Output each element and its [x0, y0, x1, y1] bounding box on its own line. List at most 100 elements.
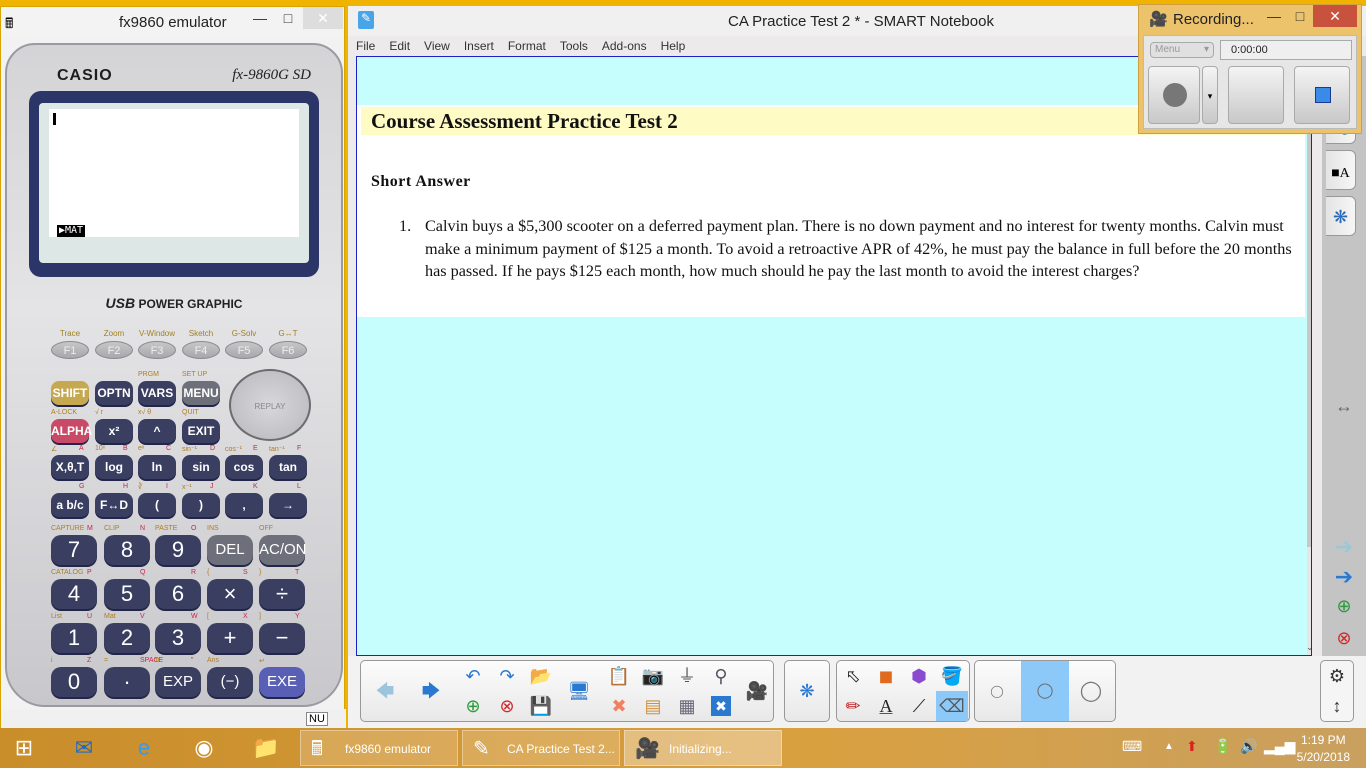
calc-key-exp[interactable]: EXP: [155, 667, 201, 697]
internet-explorer-icon[interactable]: e: [124, 732, 164, 764]
calc-key-menu[interactable]: MENU: [182, 381, 220, 405]
calc-key-6[interactable]: 6: [155, 579, 201, 609]
show-hidden-icons[interactable]: ▲: [1164, 741, 1174, 752]
function-key-f1[interactable]: F1: [51, 341, 89, 359]
calc-key-7[interactable]: 7: [51, 535, 97, 565]
addons-toolbar-icon[interactable]: ❋: [791, 676, 823, 706]
measurement-tools-icon[interactable]: ⚲: [705, 661, 737, 691]
function-key-f4[interactable]: F4: [182, 341, 220, 359]
previous-page-icon[interactable]: ➔: [1330, 534, 1358, 560]
calc-key-vars[interactable]: VARS: [138, 381, 176, 405]
screen-shade-icon[interactable]: ▤: [637, 691, 669, 721]
eraser-large-icon[interactable]: ◯: [1075, 676, 1107, 706]
delete-icon[interactable]: ✖: [603, 691, 635, 721]
add-page-toolbar-icon[interactable]: ⊕: [457, 691, 489, 721]
lines-icon[interactable]: ⟋: [903, 691, 935, 721]
calc-key-4[interactable]: 4: [51, 579, 97, 609]
calc-key-x-t[interactable]: X,θ,T: [51, 455, 89, 479]
back-icon[interactable]: 🡄: [369, 676, 401, 706]
chrome-icon[interactable]: ◉: [184, 732, 224, 764]
volume-icon[interactable]: 🔊: [1240, 738, 1257, 755]
settings-gear-icon[interactable]: ⚙: [1321, 661, 1353, 691]
system-clock[interactable]: 1:19 PM 5/20/2018: [1297, 732, 1350, 766]
delete-page-icon[interactable]: ⊗: [1330, 628, 1358, 649]
record-options-dropdown[interactable]: ▾: [1202, 66, 1218, 124]
calc-key[interactable]: +: [207, 623, 253, 653]
task-fx9860-emulator[interactable]: 🖩 fx9860 emulator: [300, 730, 458, 766]
text-icon[interactable]: A: [870, 691, 902, 721]
undo-icon[interactable]: ↶: [457, 661, 489, 691]
calc-key-3[interactable]: 3: [155, 623, 201, 653]
calc-key-9[interactable]: 9: [155, 535, 201, 565]
properties-tab[interactable]: ■A: [1326, 150, 1356, 190]
replay-dpad[interactable]: REPLAY: [229, 369, 311, 441]
calc-key-log[interactable]: log: [95, 455, 133, 479]
calc-key-5[interactable]: 5: [104, 579, 150, 609]
forward-icon[interactable]: 🡆: [415, 676, 447, 706]
calc-key-shift[interactable]: SHIFT: [51, 381, 89, 405]
shapes-icon[interactable]: ◼: [870, 661, 902, 691]
scroll-down-icon[interactable]: ⌄: [1306, 642, 1311, 653]
start-windows-icon[interactable]: ⊞: [4, 732, 44, 764]
recorder-icon[interactable]: 🎥: [741, 676, 773, 706]
vertical-scrollbar[interactable]: ⌄: [1306, 57, 1311, 655]
pens-icon[interactable]: ✏: [837, 691, 869, 721]
add-page-icon[interactable]: ⊕: [1330, 596, 1358, 617]
eraser-medium-icon[interactable]: ◯: [1021, 661, 1069, 721]
battery-icon[interactable]: 🔋: [1214, 738, 1231, 755]
calc-key[interactable]: −: [259, 623, 305, 653]
resize-horizontal-icon[interactable]: ↔: [1330, 396, 1358, 417]
record-button[interactable]: [1148, 66, 1200, 124]
table-icon[interactable]: ▦: [671, 691, 703, 721]
display-screens-icon[interactable]: 🖥: [563, 676, 595, 706]
document-camera-icon[interactable]: ⏚: [671, 661, 703, 691]
smart-response-icon[interactable]: ✖: [711, 696, 731, 716]
maximize-button[interactable]: □: [273, 7, 303, 29]
calc-key[interactable]: ^: [138, 419, 176, 443]
menu-edit[interactable]: Edit: [381, 36, 416, 53]
minimize-button[interactable]: —: [245, 7, 275, 29]
calc-key[interactable]: →: [269, 493, 307, 517]
calc-key-del[interactable]: DEL: [207, 535, 253, 565]
close-button[interactable]: ✕: [303, 7, 343, 29]
calc-key-cos[interactable]: cos: [225, 455, 263, 479]
calc-key-8[interactable]: 8: [104, 535, 150, 565]
calc-key-2[interactable]: 2: [104, 623, 150, 653]
calc-key[interactable]: (−): [207, 667, 253, 697]
fill-icon[interactable]: 🪣: [936, 661, 968, 691]
calc-key[interactable]: ,: [225, 493, 263, 517]
update-alert-icon[interactable]: ⬆: [1186, 738, 1198, 755]
pause-button[interactable]: [1228, 66, 1284, 124]
lcd-screen[interactable]: ▶MAT: [49, 109, 299, 237]
select-icon[interactable]: ⬁: [837, 661, 869, 691]
calc-key-exit[interactable]: EXIT: [182, 419, 220, 443]
regular-polygons-icon[interactable]: ⬢: [903, 661, 935, 691]
recorder-menu-dropdown[interactable]: Menu ▾: [1150, 42, 1214, 58]
calc-key-exe[interactable]: EXE: [259, 667, 305, 697]
calc-key-alpha[interactable]: ALPHA: [51, 419, 92, 443]
file-explorer-icon[interactable]: 📁: [246, 732, 286, 764]
function-key-f2[interactable]: F2: [95, 341, 133, 359]
calc-key-1[interactable]: 1: [51, 623, 97, 653]
stop-button[interactable]: [1294, 66, 1350, 124]
task-smart-notebook[interactable]: ✎ CA Practice Test 2...: [462, 730, 620, 766]
calc-key[interactable]: ×: [207, 579, 253, 609]
delete-page-toolbar-icon[interactable]: ⊗: [491, 691, 523, 721]
calc-key[interactable]: ): [182, 493, 220, 517]
task-recorder[interactable]: 🎥 Initializing...: [624, 730, 782, 766]
eraser-small-icon[interactable]: ◯: [981, 676, 1013, 706]
function-key-f5[interactable]: F5: [225, 341, 263, 359]
network-signal-icon[interactable]: ▂▄▆: [1264, 738, 1295, 755]
calc-key-sin[interactable]: sin: [182, 455, 220, 479]
move-toolbar-icon[interactable]: ↕: [1321, 691, 1353, 721]
recorder-close-button[interactable]: ✕: [1313, 5, 1357, 27]
calc-key-ac-on[interactable]: AC/ON: [259, 535, 307, 565]
redo-icon[interactable]: ↷: [491, 661, 523, 691]
recorder-maximize-button[interactable]: □: [1285, 5, 1315, 27]
emulator-titlebar[interactable]: 🖩 fx9860 emulator — □ ✕: [1, 7, 344, 37]
outlook-icon[interactable]: ✉: [64, 732, 104, 764]
notebook-canvas[interactable]: Course Assessment Practice Test 2 Short …: [356, 56, 1312, 656]
menu-view[interactable]: View: [416, 36, 456, 53]
screen-capture-icon[interactable]: 📷: [637, 661, 669, 691]
save-icon[interactable]: 💾: [525, 691, 557, 721]
